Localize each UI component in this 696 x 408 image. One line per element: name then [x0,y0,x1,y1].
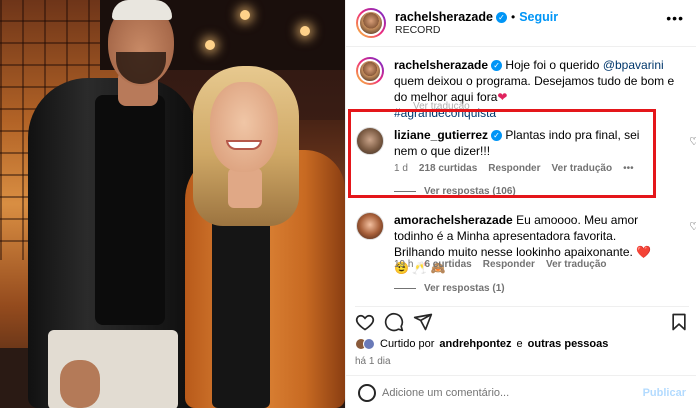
comment-likes[interactable]: 6 curtidas [424,259,471,270]
caption-author-username[interactable]: rachelsherazade [394,58,488,72]
separator-dot: • [510,10,516,24]
photo-ceiling-light [205,40,215,50]
liked-by-others-link[interactable]: outras pessoas [528,338,609,350]
share-paper-plane-icon[interactable] [413,312,433,332]
comment-input[interactable] [382,384,642,402]
follow-button[interactable]: Seguir [519,10,558,24]
liker-avatar [363,338,375,350]
comment-age: 19 h [394,259,414,270]
comment-bubble-icon[interactable] [384,312,404,332]
author-avatar[interactable] [356,8,386,38]
liked-by-conjunction: e [516,338,523,350]
translate-button[interactable]: Ver tradução [546,259,607,270]
caption-text: quem deixou o programa. Desejamos tudo d… [394,74,675,104]
view-replies-button[interactable]: Ver respostas (1) [394,283,505,294]
liked-by-line: Curtido por andrehpontez e outras pessoa… [355,338,608,350]
like-heart-icon[interactable] [355,312,375,332]
author-avatar-image [358,10,384,36]
reply-button[interactable]: Responder [483,259,535,270]
post-options-icon[interactable]: ••• [666,10,684,26]
heart-emoji: ❤ [497,90,508,104]
comment-avatar[interactable] [356,212,384,240]
comment-avatar-image [356,212,384,240]
header-divider [346,46,696,47]
add-comment-bar: Publicar [345,375,696,408]
comment-username[interactable]: amorachelsherazade [394,213,513,227]
person-woman-face [210,82,278,172]
liked-by-user-link[interactable]: andrehpontez [439,338,511,350]
person-woman-smile [226,140,262,150]
caption-author-avatar-image [358,59,382,83]
comment-highlight-box [348,109,656,198]
person-man-hand [60,360,100,408]
photo-ceiling-light [240,10,250,20]
post-timestamp[interactable]: há 1 dia [355,356,391,367]
verified-badge-icon: ✓ [495,11,507,23]
post-action-bar [355,306,689,332]
view-replies-label: Ver respostas (1) [424,283,505,294]
save-bookmark-icon[interactable] [669,312,689,332]
publish-button[interactable]: Publicar [643,387,686,399]
person-man-shirt [95,95,165,325]
person-woman-neck [228,168,262,208]
replies-line [394,288,416,289]
caption-mention-link[interactable]: @bpavarini [603,58,664,72]
post-location[interactable]: RECORD [395,24,558,36]
liked-by-avatars [355,338,375,350]
post-header: rachelsherazade ✓ • Seguir RECORD [356,8,558,38]
comment-item: amorachelsherazade Eu amoooo. Meu amor t… [356,212,696,297]
post-photo[interactable] [0,0,345,408]
comment-like-heart-icon[interactable]: ♡ [689,135,696,148]
person-woman-top [212,205,270,408]
emoji-picker-icon[interactable] [358,384,376,402]
comment-like-heart-icon[interactable]: ♡ [689,220,696,233]
verified-badge-icon: ✓ [491,60,503,72]
caption-author-avatar[interactable] [356,57,384,85]
author-username[interactable]: rachelsherazade [395,10,493,24]
comment-meta: 19 h 6 curtidas Responder Ver tradução [394,259,607,270]
caption-text: Hoje foi o querido [505,58,603,72]
photo-ceiling-light [300,26,310,36]
liked-by-prefix: Curtido por [380,338,435,350]
person-man-hair [112,0,172,20]
